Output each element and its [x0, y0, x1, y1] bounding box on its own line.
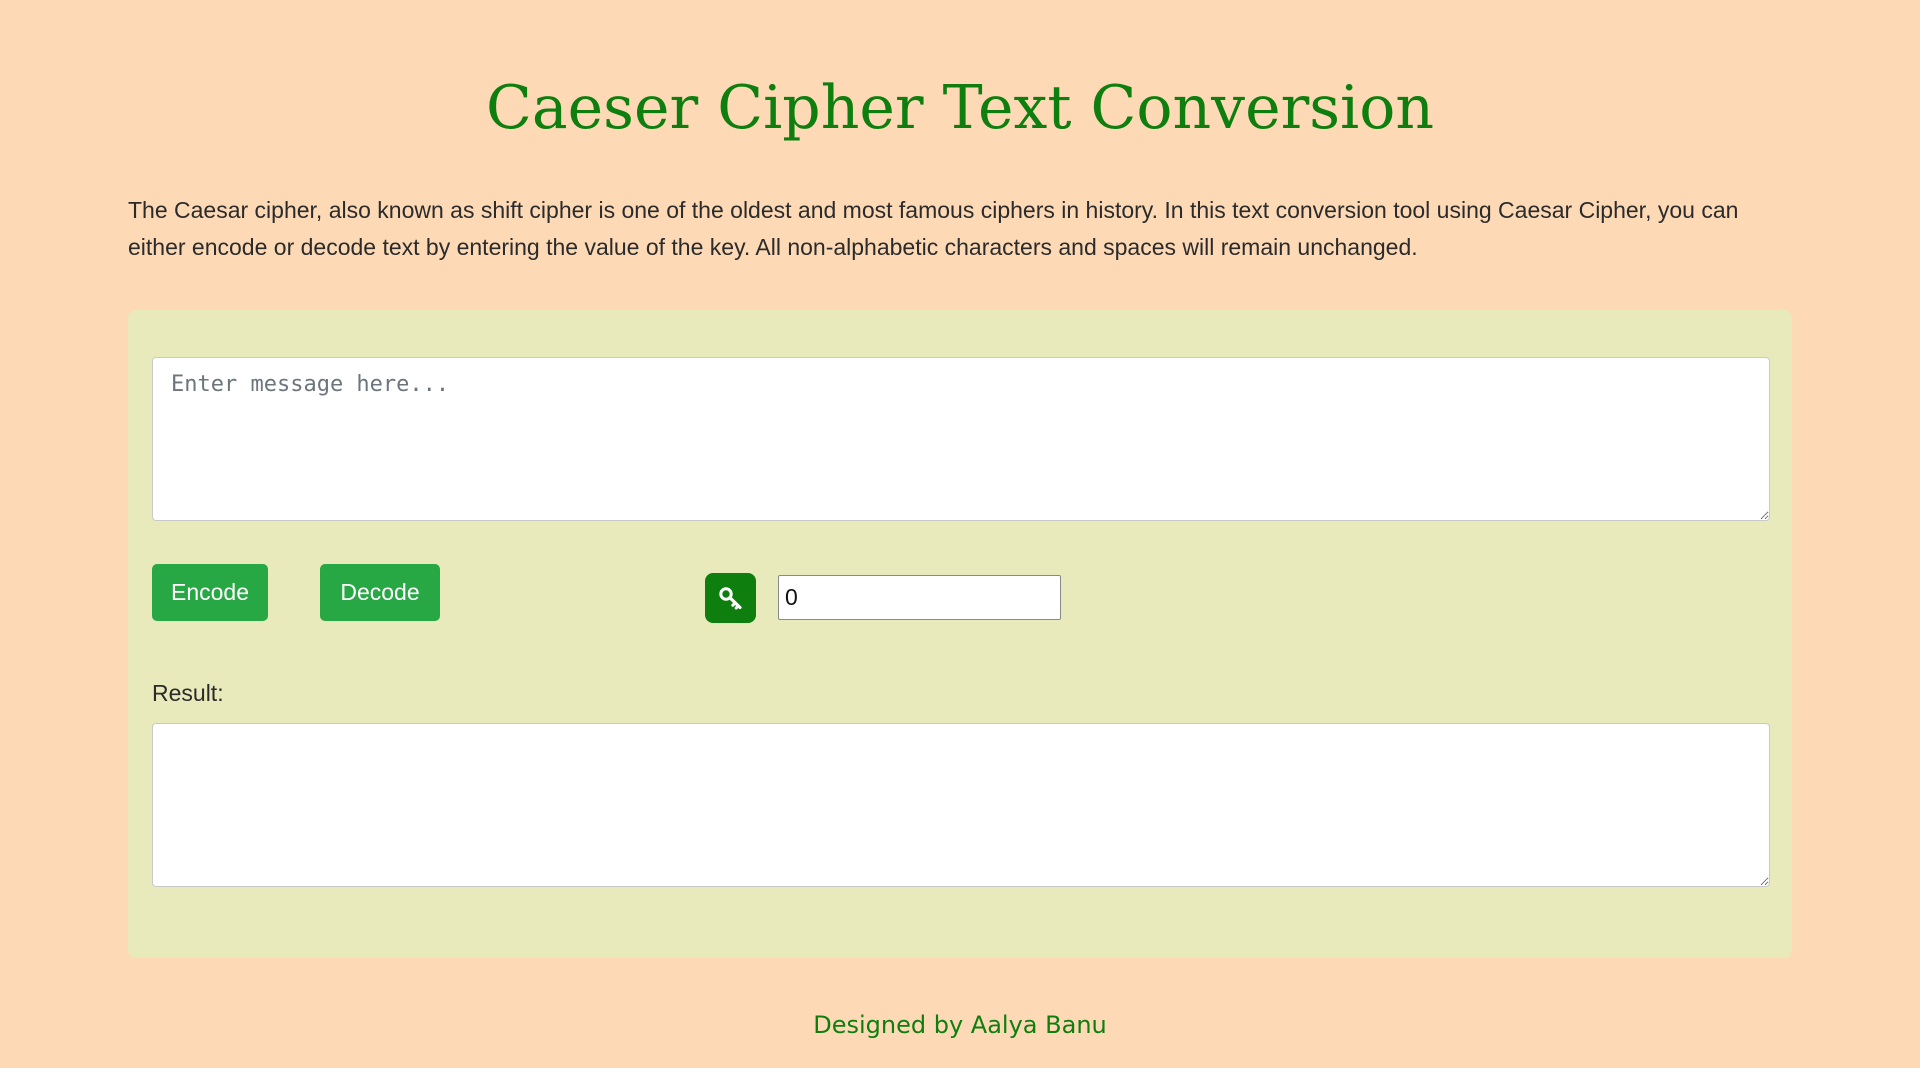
cipher-panel: Encode Decode Result:: [128, 310, 1792, 958]
page: Caeser Cipher Text Conversion The Caesar…: [0, 0, 1920, 1068]
encode-button[interactable]: Encode: [152, 564, 268, 621]
key-icon-glyph: [718, 587, 742, 610]
key-icon: [705, 573, 756, 623]
key-input[interactable]: [778, 575, 1061, 620]
result-label: Result:: [152, 680, 224, 706]
result-output[interactable]: [152, 723, 1770, 887]
footer-credit: Designed by Aalya Banu: [813, 1011, 1107, 1039]
decode-button[interactable]: Decode: [320, 564, 440, 621]
message-input[interactable]: [152, 357, 1770, 521]
page-description: The Caesar cipher, also known as shift c…: [128, 197, 1739, 260]
page-title: Caeser Cipher Text Conversion: [485, 73, 1435, 143]
